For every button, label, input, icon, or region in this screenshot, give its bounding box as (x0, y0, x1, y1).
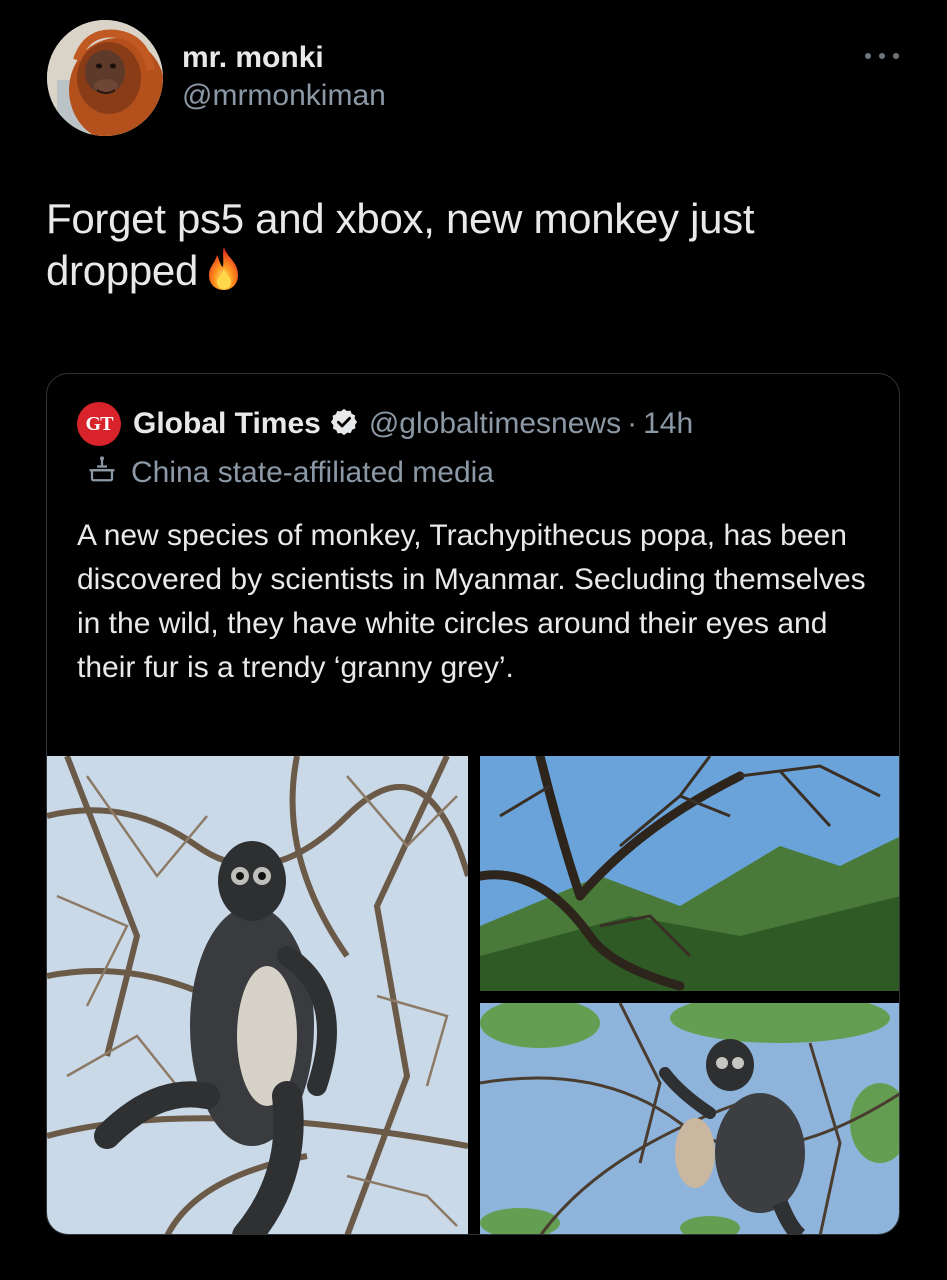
separator-dot: · (627, 407, 638, 440)
author-display-name[interactable]: mr. monki (182, 40, 386, 76)
author-handle[interactable]: @mrmonkiman (182, 76, 386, 116)
global-times-logo[interactable]: GT (77, 402, 121, 446)
tweet-text: Forget ps5 and xbox, new monkey just dro… (46, 193, 906, 303)
state-media-podium-icon (87, 454, 117, 492)
tweet[interactable]: mr. monki @mrmonkiman Forget ps5 and xbo… (0, 0, 947, 1280)
tweet-text-content: Forget ps5 and xbox, new monkey just dro… (46, 195, 755, 294)
more-options-button[interactable] (865, 46, 899, 66)
state-media-label-text: China state-affiliated media (131, 456, 494, 489)
monkey-in-tree-photo[interactable] (47, 756, 468, 1234)
fire-emoji-icon (204, 245, 244, 303)
more-horizontal-icon (893, 53, 899, 59)
quoted-display-name[interactable]: Global Times (133, 407, 321, 441)
forest-mountains-photo[interactable] (480, 756, 899, 991)
more-horizontal-icon (865, 53, 871, 59)
quoted-media-grid (47, 756, 899, 1234)
quoted-tweet[interactable]: GT Global Times @globaltimesnews · 14h C… (46, 373, 900, 1235)
quoted-tweet-header: GT Global Times @globaltimesnews · 14h (77, 402, 693, 446)
author-info[interactable]: mr. monki @mrmonkiman (182, 40, 386, 116)
state-media-label[interactable]: China state-affiliated media (87, 454, 494, 492)
orangutan-avatar-icon (47, 20, 163, 136)
monkey-with-baby-photo[interactable] (480, 1003, 899, 1234)
more-horizontal-icon (879, 53, 885, 59)
quoted-tweet-text: A new species of monkey, Trachypithecus … (77, 519, 866, 684)
author-avatar[interactable] (47, 20, 163, 136)
quoted-timestamp[interactable]: 14h (643, 407, 693, 441)
quoted-handle[interactable]: @globaltimesnews (369, 407, 621, 441)
verified-badge-icon (329, 407, 359, 442)
